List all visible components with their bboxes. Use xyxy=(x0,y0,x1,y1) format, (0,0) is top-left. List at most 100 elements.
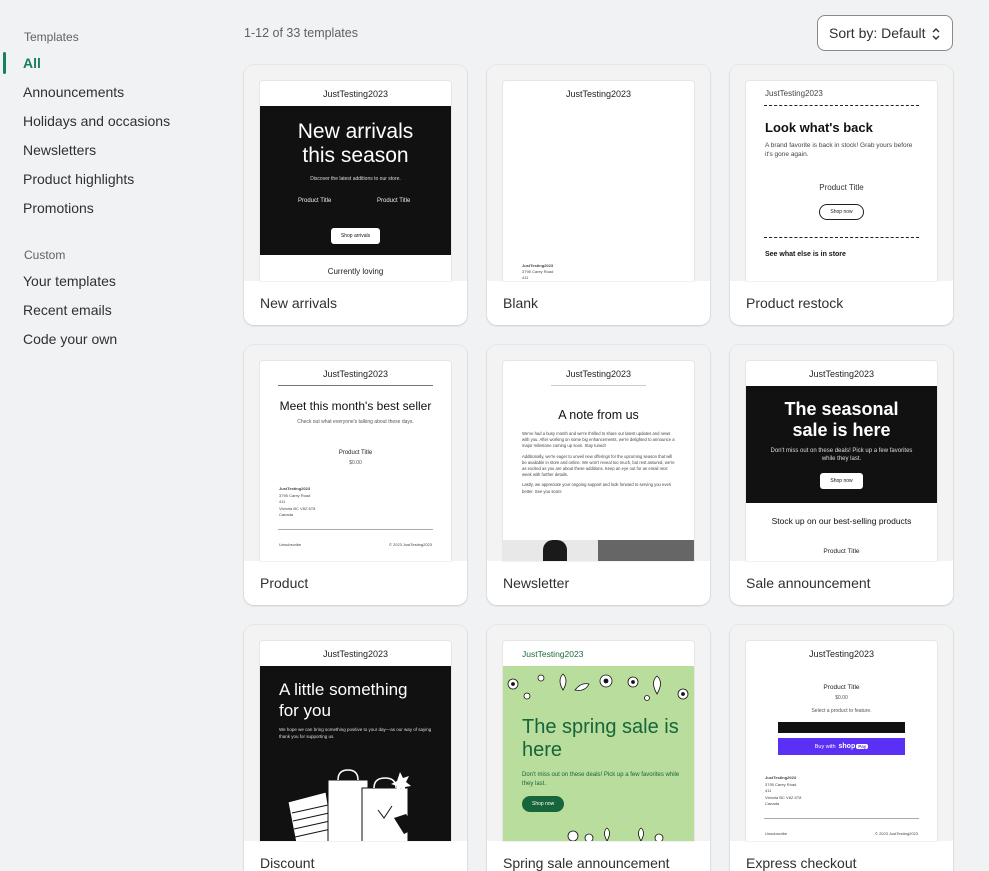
shop-logo: shop xyxy=(838,743,856,750)
preview-subtext: Don't miss out on these deals! Pick up a… xyxy=(522,772,680,787)
sort-label: Sort by: Default xyxy=(829,25,926,41)
template-card-product-restock[interactable]: JustTesting2023 Look what's back A brand… xyxy=(730,65,953,325)
preview-product-title: Product Title xyxy=(823,684,860,691)
preview-divider xyxy=(551,385,646,386)
email-preview: JustTesting2023 Look what's back A brand… xyxy=(746,81,937,281)
card-name: Express checkout xyxy=(746,855,857,871)
preview-headline: A note from us xyxy=(558,408,639,422)
preview-store-name: JustTesting2023 xyxy=(565,369,632,379)
preview-address: Canada xyxy=(765,801,780,806)
preview-headline: Look what's back xyxy=(765,120,873,135)
preview-hero: The seasonal sale is here Don't miss out… xyxy=(746,386,937,503)
template-card-sale-announcement[interactable]: JustTesting2023 The seasonal sale is her… xyxy=(730,345,953,605)
email-preview: JustTesting2023 Product Title $0.00 Sele… xyxy=(746,641,937,841)
card-preview-area: JustTesting2023 A note from us We've had… xyxy=(487,345,710,561)
preview-price: $0.00 xyxy=(349,460,362,466)
preview-price: $0.00 xyxy=(835,695,848,701)
preview-subtext: Don't miss out on these deals! Pick up a… xyxy=(770,448,913,462)
card-name: New arrivals xyxy=(260,295,338,311)
template-card-newsletter[interactable]: JustTesting2023 A note from us We've had… xyxy=(487,345,710,605)
template-count: 1-12 of 33 templates xyxy=(244,26,358,40)
preview-shop-button: Shop now xyxy=(522,796,565,812)
card-preview-area: JustTesting2023 Meet this month's best s… xyxy=(244,345,467,561)
preview-paragraph: We've had a busy month and we're thrille… xyxy=(522,431,675,449)
preview-store-name: JustTesting2023 xyxy=(322,89,389,99)
template-card-blank[interactable]: JustTesting2023 JustTesting2023 3795 Car… xyxy=(487,65,710,325)
email-preview: JustTesting2023 Meet this month's best s… xyxy=(260,361,451,561)
sidebar: Templates All Announcements Holidays and… xyxy=(0,30,230,357)
sidebar-item-all[interactable]: All xyxy=(0,52,230,81)
preview-copyright: © 2023 JustTesting2023 xyxy=(389,542,432,547)
flowers-illustration xyxy=(507,673,689,701)
sidebar-item-promotions[interactable]: Promotions xyxy=(0,197,230,226)
email-preview: JustTesting2023 A note from us We've had… xyxy=(503,361,694,561)
preview-unsubscribe: Unsubscribe xyxy=(765,831,788,836)
sidebar-item-product-highlights[interactable]: Product highlights xyxy=(0,168,230,197)
preview-divider xyxy=(764,105,919,106)
preview-subtext: We hope we can bring something positive … xyxy=(279,727,432,739)
preview-unsubscribe: Unsubscribe xyxy=(279,542,302,547)
template-card-express-checkout[interactable]: JustTesting2023 Product Title $0.00 Sele… xyxy=(730,625,953,871)
preview-hero: A little something for you We hope we ca… xyxy=(260,666,451,841)
preview-copyright: © 2023 JustTesting2023 xyxy=(875,831,918,836)
card-name: Product restock xyxy=(746,295,844,311)
preview-select-hint: Select a product to feature. xyxy=(811,708,872,714)
sidebar-item-recent-emails[interactable]: Recent emails xyxy=(0,299,230,328)
card-name: Blank xyxy=(503,295,539,311)
preview-headline: The spring sale is here xyxy=(522,716,679,761)
preview-store-name: JustTesting2023 xyxy=(322,649,389,659)
template-card-discount[interactable]: JustTesting2023 A little something for y… xyxy=(244,625,467,871)
preview-subtext: Discover the latest additions to our sto… xyxy=(310,176,401,182)
sidebar-heading-custom: Custom xyxy=(24,248,66,262)
preview-section-heading: Stock up on our best-selling products xyxy=(771,516,912,526)
preview-paragraph: Additionally, we're eager to unveil new … xyxy=(522,453,675,478)
preview-image xyxy=(503,540,598,561)
preview-store-name: JustTesting2023 xyxy=(522,649,584,659)
sidebar-item-holidays-and-occasions[interactable]: Holidays and occasions xyxy=(0,110,230,139)
preview-image-panel xyxy=(598,540,694,561)
sidebar-item-your-templates[interactable]: Your templates xyxy=(0,270,230,299)
preview-address: 411 xyxy=(522,275,529,280)
card-preview-area: JustTesting2023 New arrivals this season… xyxy=(244,65,467,281)
sidebar-item-newsletters[interactable]: Newsletters xyxy=(0,139,230,168)
preview-image-figure xyxy=(543,540,567,561)
preview-paragraph: Lastly, we appreciate your ongoing suppo… xyxy=(522,482,672,494)
sidebar-item-code-your-own[interactable]: Code your own xyxy=(0,328,230,357)
card-preview-area: JustTesting2023 JustTesting2023 3795 Car… xyxy=(487,65,710,281)
template-card-spring-sale-announcement[interactable]: JustTesting2023 The spring sale is here … xyxy=(487,625,710,871)
preview-footer-heading: Currently loving xyxy=(327,267,384,276)
card-name: Product xyxy=(260,575,309,591)
card-preview-area: JustTesting2023 The seasonal sale is her… xyxy=(730,345,953,561)
email-preview: JustTesting2023 A little something for y… xyxy=(260,641,451,841)
card-preview-area: JustTesting2023 Look what's back A brand… xyxy=(730,65,953,281)
sidebar-item-announcements[interactable]: Announcements xyxy=(0,81,230,110)
card-preview-area: JustTesting2023 A little something for y… xyxy=(244,625,467,841)
preview-divider xyxy=(764,818,919,819)
preview-hero: New arrivals this season Discover the la… xyxy=(260,106,451,255)
flowers-illustration xyxy=(567,827,664,841)
preview-address: Canada xyxy=(279,512,294,517)
preview-hero: The spring sale is here Don't miss out o… xyxy=(503,666,694,841)
preview-headline: New arrivals this season xyxy=(297,120,414,167)
preview-shop-pay-button: Buy with shop Pay xyxy=(778,738,905,755)
template-card-new-arrivals[interactable]: JustTesting2023 New arrivals this season… xyxy=(244,65,467,325)
preview-store-name: JustTesting2023 xyxy=(322,369,389,379)
preview-divider xyxy=(764,237,919,238)
preview-shop-button: Shop now xyxy=(819,204,864,220)
card-preview-area: JustTesting2023 The spring sale is here … xyxy=(487,625,710,841)
preview-store-name: JustTesting2023 xyxy=(765,89,823,98)
preview-section-heading: See what else is in store xyxy=(765,251,846,258)
shopping-bags-illustration xyxy=(287,769,416,841)
sidebar-heading-templates: Templates xyxy=(24,30,79,44)
preview-product-title: Product Title xyxy=(298,198,332,204)
sort-button[interactable]: Sort by: Default xyxy=(817,15,953,51)
preview-subtext: Check out what everyone's talking about … xyxy=(297,419,414,425)
preview-product-title: Product Title xyxy=(819,183,864,192)
preview-divider xyxy=(278,385,433,386)
email-preview: JustTesting2023 New arrivals this season… xyxy=(260,81,451,281)
card-preview-area: JustTesting2023 Product Title $0.00 Sele… xyxy=(730,625,953,841)
preview-product-title: Product Title xyxy=(823,548,860,555)
card-name: Newsletter xyxy=(503,575,570,591)
sort-chevron-icon xyxy=(932,28,940,40)
template-card-product[interactable]: JustTesting2023 Meet this month's best s… xyxy=(244,345,467,605)
